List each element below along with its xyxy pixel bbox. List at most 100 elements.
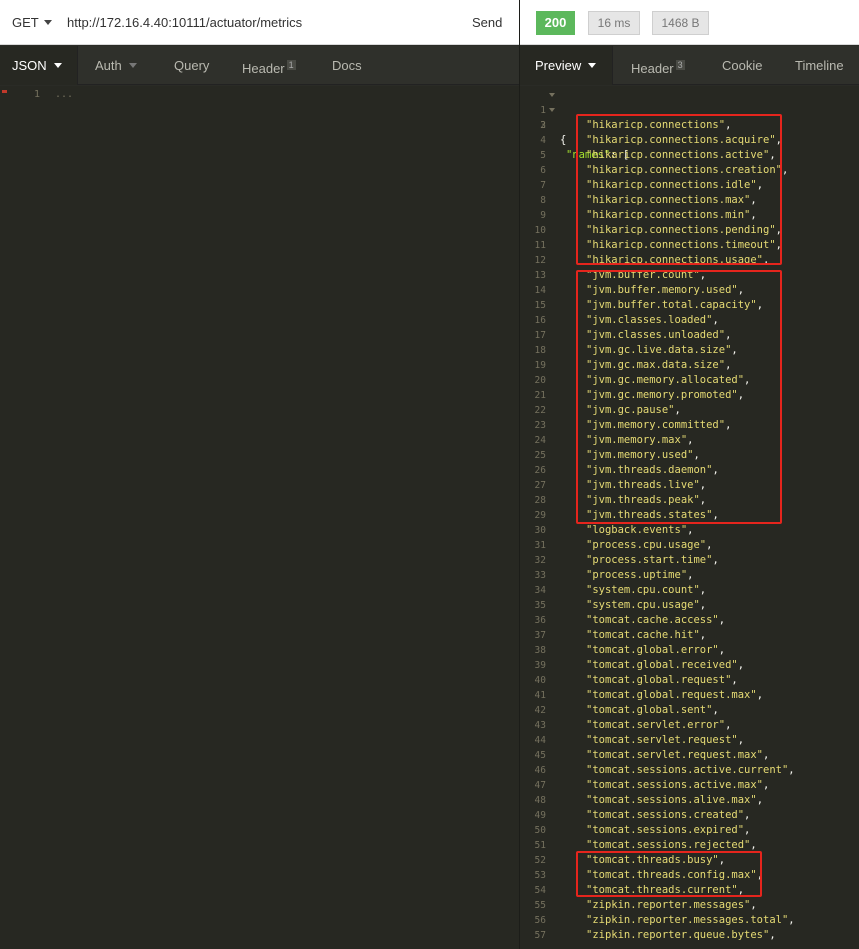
comma: , xyxy=(725,719,732,731)
tab-timeline[interactable]: Timeline xyxy=(795,46,844,85)
line-number: 37 xyxy=(534,630,546,641)
line-number: 14 xyxy=(534,285,546,296)
tab-preview[interactable]: Preview xyxy=(520,46,612,85)
line-number: 20 xyxy=(534,375,546,386)
chevron-down-icon xyxy=(53,63,62,68)
comma: , xyxy=(781,164,789,176)
chevron-down-icon[interactable] xyxy=(44,20,52,25)
highlight-box-hikaricp xyxy=(576,114,782,265)
comma: , xyxy=(763,779,770,791)
code-line: 40 "tomcat.global.request", xyxy=(520,673,859,688)
code-line: 47 "tomcat.sessions.active.max", xyxy=(520,778,859,793)
comma: , xyxy=(756,689,764,701)
comma: , xyxy=(744,824,751,836)
response-status-bar: 200 16 ms 1468 B xyxy=(520,0,859,45)
line-number: 51 xyxy=(534,840,546,851)
tab-separator xyxy=(612,46,613,85)
request-tabs: JSON Auth Query Header 1 Docs xyxy=(0,46,519,85)
send-button[interactable]: Send xyxy=(472,15,502,30)
tab-docs[interactable]: Docs xyxy=(332,46,362,85)
comma: , xyxy=(699,629,707,641)
tab-query[interactable]: Query xyxy=(174,46,209,85)
line-number: 48 xyxy=(534,795,546,806)
line-number: 19 xyxy=(534,360,546,371)
line-number: 56 xyxy=(534,915,546,926)
metric-name: "tomcat.servlet.request", xyxy=(586,734,745,746)
metric-name: "process.start.time", xyxy=(586,554,719,566)
comma: , xyxy=(706,539,713,551)
metric-name: "tomcat.sessions.created", xyxy=(586,809,751,821)
line-number: 8 xyxy=(540,195,546,206)
request-bar: GET http://172.16.4.40:10111/actuator/me… xyxy=(0,0,519,45)
tab-preview-label: Preview xyxy=(535,58,582,73)
comma: , xyxy=(756,794,764,806)
line-number: 33 xyxy=(534,570,546,581)
line-number: 40 xyxy=(534,675,546,686)
code-line: 45 "tomcat.servlet.request.max", xyxy=(520,748,859,763)
comma: , xyxy=(763,749,770,761)
line-number: 44 xyxy=(534,735,546,746)
metric-name: "tomcat.cache.access", xyxy=(586,614,726,626)
line-number: 26 xyxy=(534,465,546,476)
tab-auth-label: Auth xyxy=(95,58,122,73)
line-number: 29 xyxy=(534,510,546,521)
line-number: 24 xyxy=(534,435,546,446)
line-number: 52 xyxy=(534,855,546,866)
code-line: 39 "tomcat.global.received", xyxy=(520,658,859,673)
comma: , xyxy=(737,659,745,671)
line-number: 42 xyxy=(534,705,546,716)
response-tabs: Preview Header 3 Cookie Timeline xyxy=(520,46,859,85)
highlight-box-tomcat-threads xyxy=(576,851,762,897)
fold-toggle-icon[interactable] xyxy=(549,93,555,97)
line-number: 43 xyxy=(534,720,546,731)
code-line: 48 "tomcat.sessions.alive.max", xyxy=(520,793,859,808)
comma: , xyxy=(718,614,726,626)
line-number: 53 xyxy=(534,870,546,881)
url-input[interactable]: http://172.16.4.40:10111/actuator/metric… xyxy=(67,15,302,30)
comma: , xyxy=(699,584,707,596)
tab-response-header-label: Header xyxy=(631,61,674,76)
line-number: 28 xyxy=(534,495,546,506)
metric-name: "tomcat.global.request", xyxy=(586,674,738,686)
http-method-select[interactable]: GET xyxy=(12,15,39,30)
line-number: 12 xyxy=(534,255,546,266)
comma: , xyxy=(737,734,745,746)
line-number: 11 xyxy=(534,240,546,251)
metric-name: "tomcat.global.request.max", xyxy=(586,689,764,701)
fold-toggle-icon[interactable] xyxy=(549,108,555,112)
tab-json[interactable]: JSON xyxy=(0,46,77,85)
chevron-down-icon xyxy=(588,63,597,68)
metric-name: "tomcat.sessions.active.current", xyxy=(586,764,795,776)
code-line: 38 "tomcat.global.error", xyxy=(520,643,859,658)
tab-json-label: JSON xyxy=(12,58,47,73)
tab-header-label: Header xyxy=(242,61,285,76)
comma: , xyxy=(788,764,795,776)
code-line: 43 "tomcat.servlet.error", xyxy=(520,718,859,733)
line-number: 17 xyxy=(534,330,546,341)
comma: , xyxy=(750,839,757,851)
tab-response-header[interactable]: Header 3 xyxy=(631,46,685,85)
line-number: 50 xyxy=(534,825,546,836)
line-number: 16 xyxy=(534,315,546,326)
comma: , xyxy=(687,569,694,581)
code-line: 34 "system.cpu.count", xyxy=(520,583,859,598)
line-number: 21 xyxy=(534,390,546,401)
metric-name: "tomcat.servlet.error", xyxy=(586,719,732,731)
tab-cookie[interactable]: Cookie xyxy=(722,46,762,85)
code-line: 42 "tomcat.global.sent", xyxy=(520,703,859,718)
editor-placeholder-text: ... xyxy=(55,89,74,100)
line-number: 4 xyxy=(540,135,546,146)
tab-auth[interactable]: Auth xyxy=(95,46,137,85)
tab-header[interactable]: Header 1 xyxy=(242,46,296,85)
comma: , xyxy=(718,644,726,656)
metric-name: "tomcat.global.error", xyxy=(586,644,726,656)
response-preview[interactable]: 1 { 2 "names": [ 3 "hikaricp.connections"… xyxy=(520,86,859,949)
request-body-editor[interactable]: 1 ... xyxy=(0,86,519,949)
line-number: 1 xyxy=(33,89,40,100)
metric-name: "zipkin.reporter.queue.bytes", xyxy=(586,929,776,941)
line-number: 39 xyxy=(534,660,546,671)
code-line: 36 "tomcat.cache.access", xyxy=(520,613,859,628)
metric-name: "system.cpu.count", xyxy=(586,584,707,596)
line-number: 18 xyxy=(534,345,546,356)
chevron-down-icon xyxy=(128,63,137,68)
